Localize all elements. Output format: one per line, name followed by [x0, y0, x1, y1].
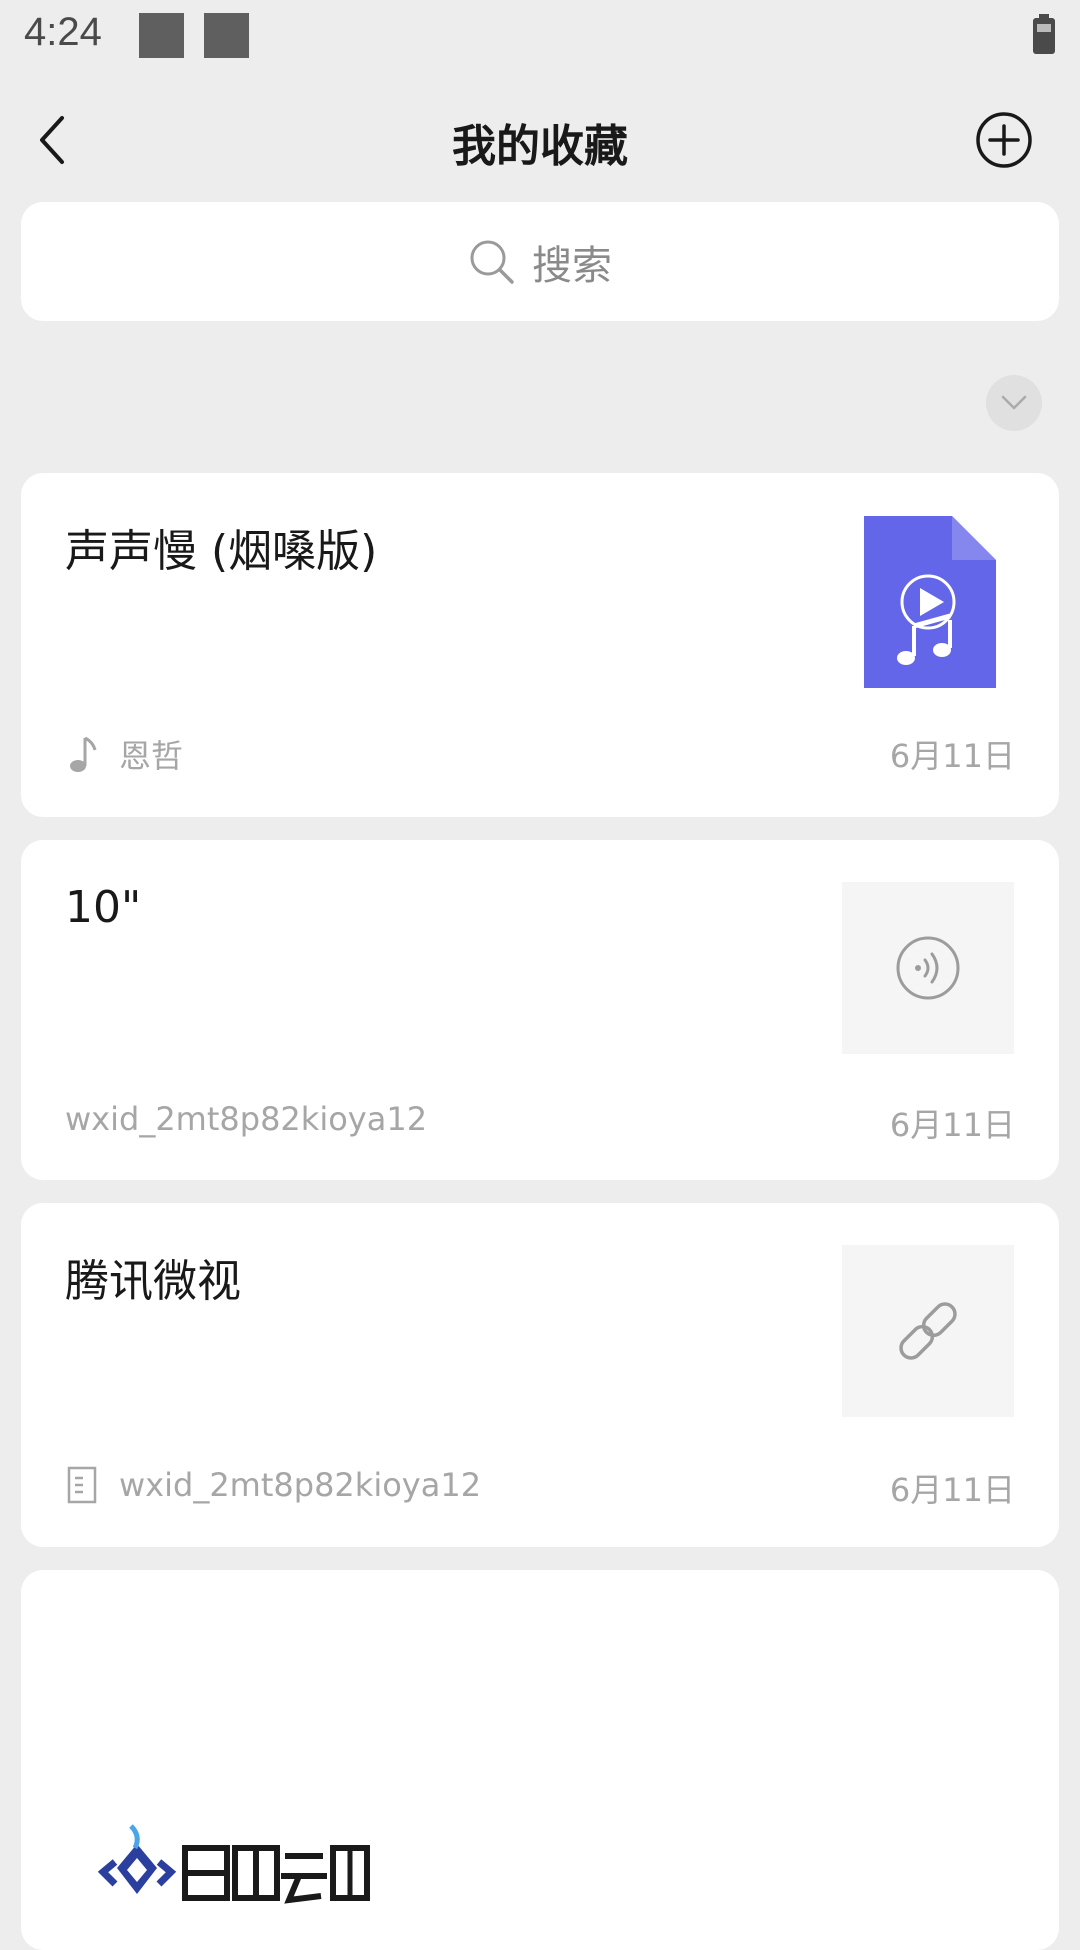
- search-placeholder: 搜索: [532, 242, 612, 289]
- item-meta: 恩哲: [65, 731, 183, 777]
- music-note-icon: [70, 736, 97, 772]
- chevron-down-icon: [1001, 395, 1027, 410]
- favorite-item-voice[interactable]: 10" wxid_2mt8p82kioya12 6月11日: [21, 840, 1059, 1180]
- search-input[interactable]: 搜索: [21, 202, 1059, 321]
- notification-icon: [204, 13, 249, 58]
- voice-thumbnail: [842, 882, 1014, 1054]
- item-meta: wxid_2mt8p82kioya12: [65, 1100, 427, 1138]
- item-title: 10": [65, 882, 142, 933]
- link-icon: [899, 1302, 957, 1360]
- favorite-item-link[interactable]: 腾讯微视 wxid_2mt8p82kioya12 6月11日: [21, 1203, 1059, 1547]
- item-date: 6月11日: [889, 1106, 1015, 1144]
- document-icon: [67, 1466, 97, 1504]
- item-meta: wxid_2mt8p82kioya12: [65, 1465, 481, 1505]
- music-file-icon: [864, 516, 996, 688]
- status-time: 4:24: [24, 10, 102, 54]
- item-source: wxid_2mt8p82kioya12: [119, 1466, 482, 1504]
- voice-icon: [896, 936, 960, 1000]
- item-source: wxid_2mt8p82kioya12: [65, 1100, 428, 1138]
- page-title: 我的收藏: [452, 121, 628, 172]
- filter-dropdown-button[interactable]: [986, 375, 1042, 431]
- item-title: 声声慢 (烟嗓版): [65, 526, 378, 577]
- favorite-item-music[interactable]: 声声慢 (烟嗓版) 恩哲 6月11日: [21, 473, 1059, 817]
- status-bar: 4:24: [0, 0, 1080, 72]
- item-date: 6月11日: [889, 1471, 1015, 1509]
- notification-icon: [139, 13, 184, 58]
- search-icon: [470, 240, 514, 284]
- title-bar: 我的收藏: [0, 72, 1080, 202]
- item-source: 恩哲: [119, 737, 184, 775]
- item-title: 腾讯微视: [65, 1256, 241, 1307]
- link-thumbnail: [842, 1245, 1014, 1417]
- image-logo: [97, 1824, 370, 1904]
- item-date: 6月11日: [889, 737, 1015, 775]
- favorite-item-image[interactable]: [21, 1570, 1059, 1950]
- battery-icon: [1033, 14, 1055, 54]
- add-icon[interactable]: [974, 110, 1034, 170]
